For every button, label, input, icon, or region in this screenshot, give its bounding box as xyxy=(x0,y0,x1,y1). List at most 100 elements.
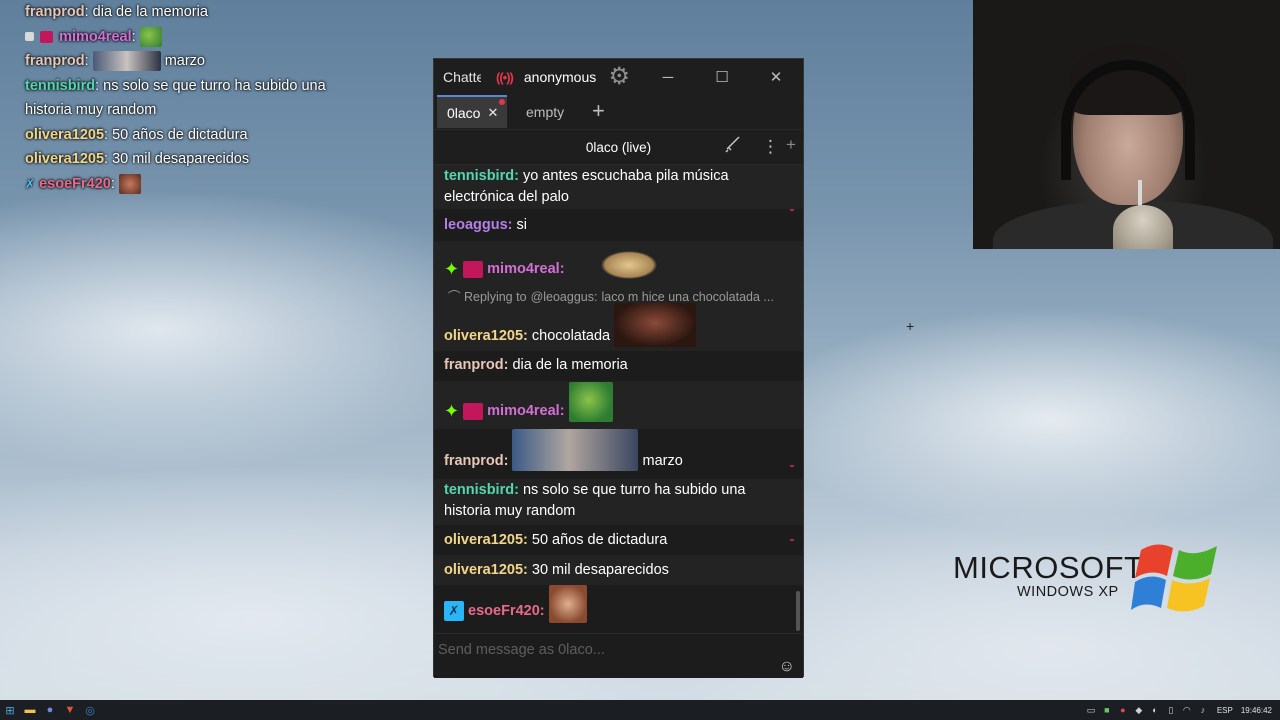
message-username[interactable]: leoaggus xyxy=(444,217,508,233)
tray-network-icon[interactable]: ▭ xyxy=(1085,705,1097,716)
message-username[interactable]: tennisbird xyxy=(444,168,514,184)
chat-message[interactable]: ✗ esoeFr420: xyxy=(434,585,803,633)
chat-message[interactable]: olivera1205: chocolatada xyxy=(434,303,803,351)
webcam-mate-gourd xyxy=(1113,205,1173,249)
message-username[interactable]: olivera1205 xyxy=(444,562,523,578)
overlay-message: franprod: dia de la memoria xyxy=(25,0,345,25)
message-text: 50 años de dictadura xyxy=(531,532,668,548)
tray-record-icon[interactable]: ● xyxy=(1117,705,1129,715)
reply-label: ⌒ Replying to xyxy=(448,290,527,304)
tray-steam-icon[interactable]: ◐ xyxy=(1149,705,1161,715)
chatterino-taskbar-icon[interactable]: ◎ xyxy=(80,700,100,720)
overlay-username: olivera1205 xyxy=(25,151,105,167)
overlay-username: tennisbird xyxy=(25,77,96,94)
tray-clock[interactable]: 19:46:42 xyxy=(1241,706,1272,715)
message-username[interactable]: franprod xyxy=(444,453,504,469)
pepe-emote[interactable] xyxy=(568,382,613,422)
message-text: dia de la memoria xyxy=(512,357,628,373)
tray-app-icon[interactable]: ◆ xyxy=(1133,705,1145,716)
add-tab-button[interactable]: + xyxy=(592,97,605,125)
chat-message[interactable]: olivera1205: 50 años de dictadura xyxy=(434,525,803,555)
message-username[interactable]: franprod xyxy=(444,357,504,373)
overlay-message: olivera1205: 30 mil desaparecidos xyxy=(25,147,345,172)
chat-message[interactable]: olivera1205: 30 mil desaparecidos xyxy=(434,555,803,585)
sparkle-badge-icon: ✦ xyxy=(444,400,460,421)
tray-volume-icon[interactable]: ♪ xyxy=(1197,705,1209,715)
live-dot-icon xyxy=(499,99,505,105)
overlay-text: : 50 años de dictadura xyxy=(104,126,248,143)
tray-battery-icon[interactable]: ▯ xyxy=(1165,705,1177,716)
title-bar[interactable]: Chatterino ((•)) anonymous ⚙ ─ ☐ ✕ xyxy=(434,59,803,95)
account-switcher[interactable]: anonymous xyxy=(524,69,596,85)
gear-icon[interactable]: ⚙ xyxy=(607,65,631,89)
chat-message[interactable]: leoaggus: si xyxy=(434,209,803,241)
overlay-username: mimo4real xyxy=(59,28,132,45)
message-list[interactable]: tennisbird: yo antes escuchaba pila músi… xyxy=(434,165,803,633)
face-photo-emote xyxy=(92,51,161,72)
overlay-message: tennisbird: ns solo se que turro ha subi… xyxy=(25,74,345,123)
split-menu-icon[interactable]: ⋮ xyxy=(762,137,779,157)
overlay-message: franprod: marzo xyxy=(25,49,345,74)
tab-0laco[interactable]: 0laco ✕ xyxy=(437,95,507,128)
photo-emote[interactable] xyxy=(512,429,639,472)
chat-message[interactable]: tennisbird: yo antes escuchaba pila músi… xyxy=(434,165,803,209)
overlay-username: franprod xyxy=(25,53,85,69)
brave-browser-icon[interactable]: ▼ xyxy=(60,700,80,720)
pepe-emote xyxy=(139,26,162,47)
message-username[interactable]: mimo4real xyxy=(487,403,560,419)
laugh-emote[interactable] xyxy=(548,585,587,623)
face-emote[interactable] xyxy=(614,303,697,347)
stream-chat-overlay: franprod: dia de la memoria mimo4real: f… xyxy=(25,0,345,196)
reply-username[interactable]: @leoaggus: xyxy=(531,290,598,304)
message-text: 30 mil desaparecidos xyxy=(531,562,669,578)
message-input[interactable] xyxy=(438,639,768,661)
overlay-text: : xyxy=(131,28,136,45)
chat-message[interactable]: ✦ mimo4real: xyxy=(434,381,803,429)
chat-message[interactable]: franprod: dia de la memoria xyxy=(434,351,803,381)
close-button[interactable]: ✕ xyxy=(754,59,798,95)
add-split-icon[interactable]: + xyxy=(786,135,796,155)
minimize-button[interactable]: ─ xyxy=(646,59,690,95)
highlight-marker xyxy=(790,539,794,541)
tray-wifi-icon[interactable]: ◠ xyxy=(1181,705,1193,716)
overlay-message: mimo4real: xyxy=(25,25,345,50)
sub-badge-icon xyxy=(463,260,484,278)
app-title: Chatterino xyxy=(443,69,481,85)
split-header[interactable]: 0laco (live) ⋮ + xyxy=(434,129,803,165)
tab-empty[interactable]: empty xyxy=(514,95,582,128)
message-username[interactable]: esoeFr420 xyxy=(468,603,540,619)
reply-text: laco m hice una chocolatada ... xyxy=(601,290,774,304)
channel-title: 0laco (live) xyxy=(585,140,652,155)
tray-language[interactable]: ESP xyxy=(1217,706,1233,715)
start-button-icon[interactable]: ⊞ xyxy=(0,700,20,720)
overlay-username: olivera1205 xyxy=(25,126,105,143)
close-icon[interactable]: ✕ xyxy=(487,105,498,121)
sword-icon[interactable] xyxy=(724,136,742,159)
tab-label: 0laco xyxy=(447,104,481,121)
tray-nvidia-icon[interactable]: ■ xyxy=(1101,705,1113,715)
wrench-badge-icon: ✗ xyxy=(444,601,464,621)
overlay-text: : xyxy=(110,175,115,192)
message-username[interactable]: mimo4real xyxy=(487,261,560,277)
scrollbar-thumb[interactable] xyxy=(796,591,800,631)
system-tray: ▭ ■ ● ◆ ◐ ▯ ◠ ♪ ESP 19:46:42 xyxy=(1085,700,1272,720)
chat-message[interactable]: ✦ mimo4real: xyxy=(434,241,803,287)
webcam-feed xyxy=(973,0,1280,249)
chat-message[interactable]: tennisbird: ns solo se que turro ha subi… xyxy=(434,479,803,525)
live-status-icon[interactable]: ((•)) xyxy=(496,70,514,85)
sparkle-badge-icon: ✦ xyxy=(444,258,460,279)
file-explorer-icon[interactable]: ▬ xyxy=(20,700,40,720)
overlay-username: franprod xyxy=(25,4,85,20)
maximize-button[interactable]: ☐ xyxy=(700,59,744,95)
discord-icon[interactable]: ● xyxy=(40,700,60,720)
emoji-icon[interactable]: ☺ xyxy=(779,658,795,676)
chat-message[interactable]: franprod: marzo xyxy=(434,429,803,479)
message-username[interactable]: tennisbird xyxy=(444,482,514,498)
message-username[interactable]: olivera1205 xyxy=(444,532,523,548)
cat-emote[interactable] xyxy=(568,241,693,283)
message-text: si xyxy=(516,217,528,233)
xp-wordmark: MICROSOFT xyxy=(953,550,1144,585)
message-username[interactable]: olivera1205 xyxy=(444,328,523,344)
sub-badge-icon xyxy=(40,30,54,43)
xp-subtitle: WINDOWS XP xyxy=(1017,584,1119,600)
